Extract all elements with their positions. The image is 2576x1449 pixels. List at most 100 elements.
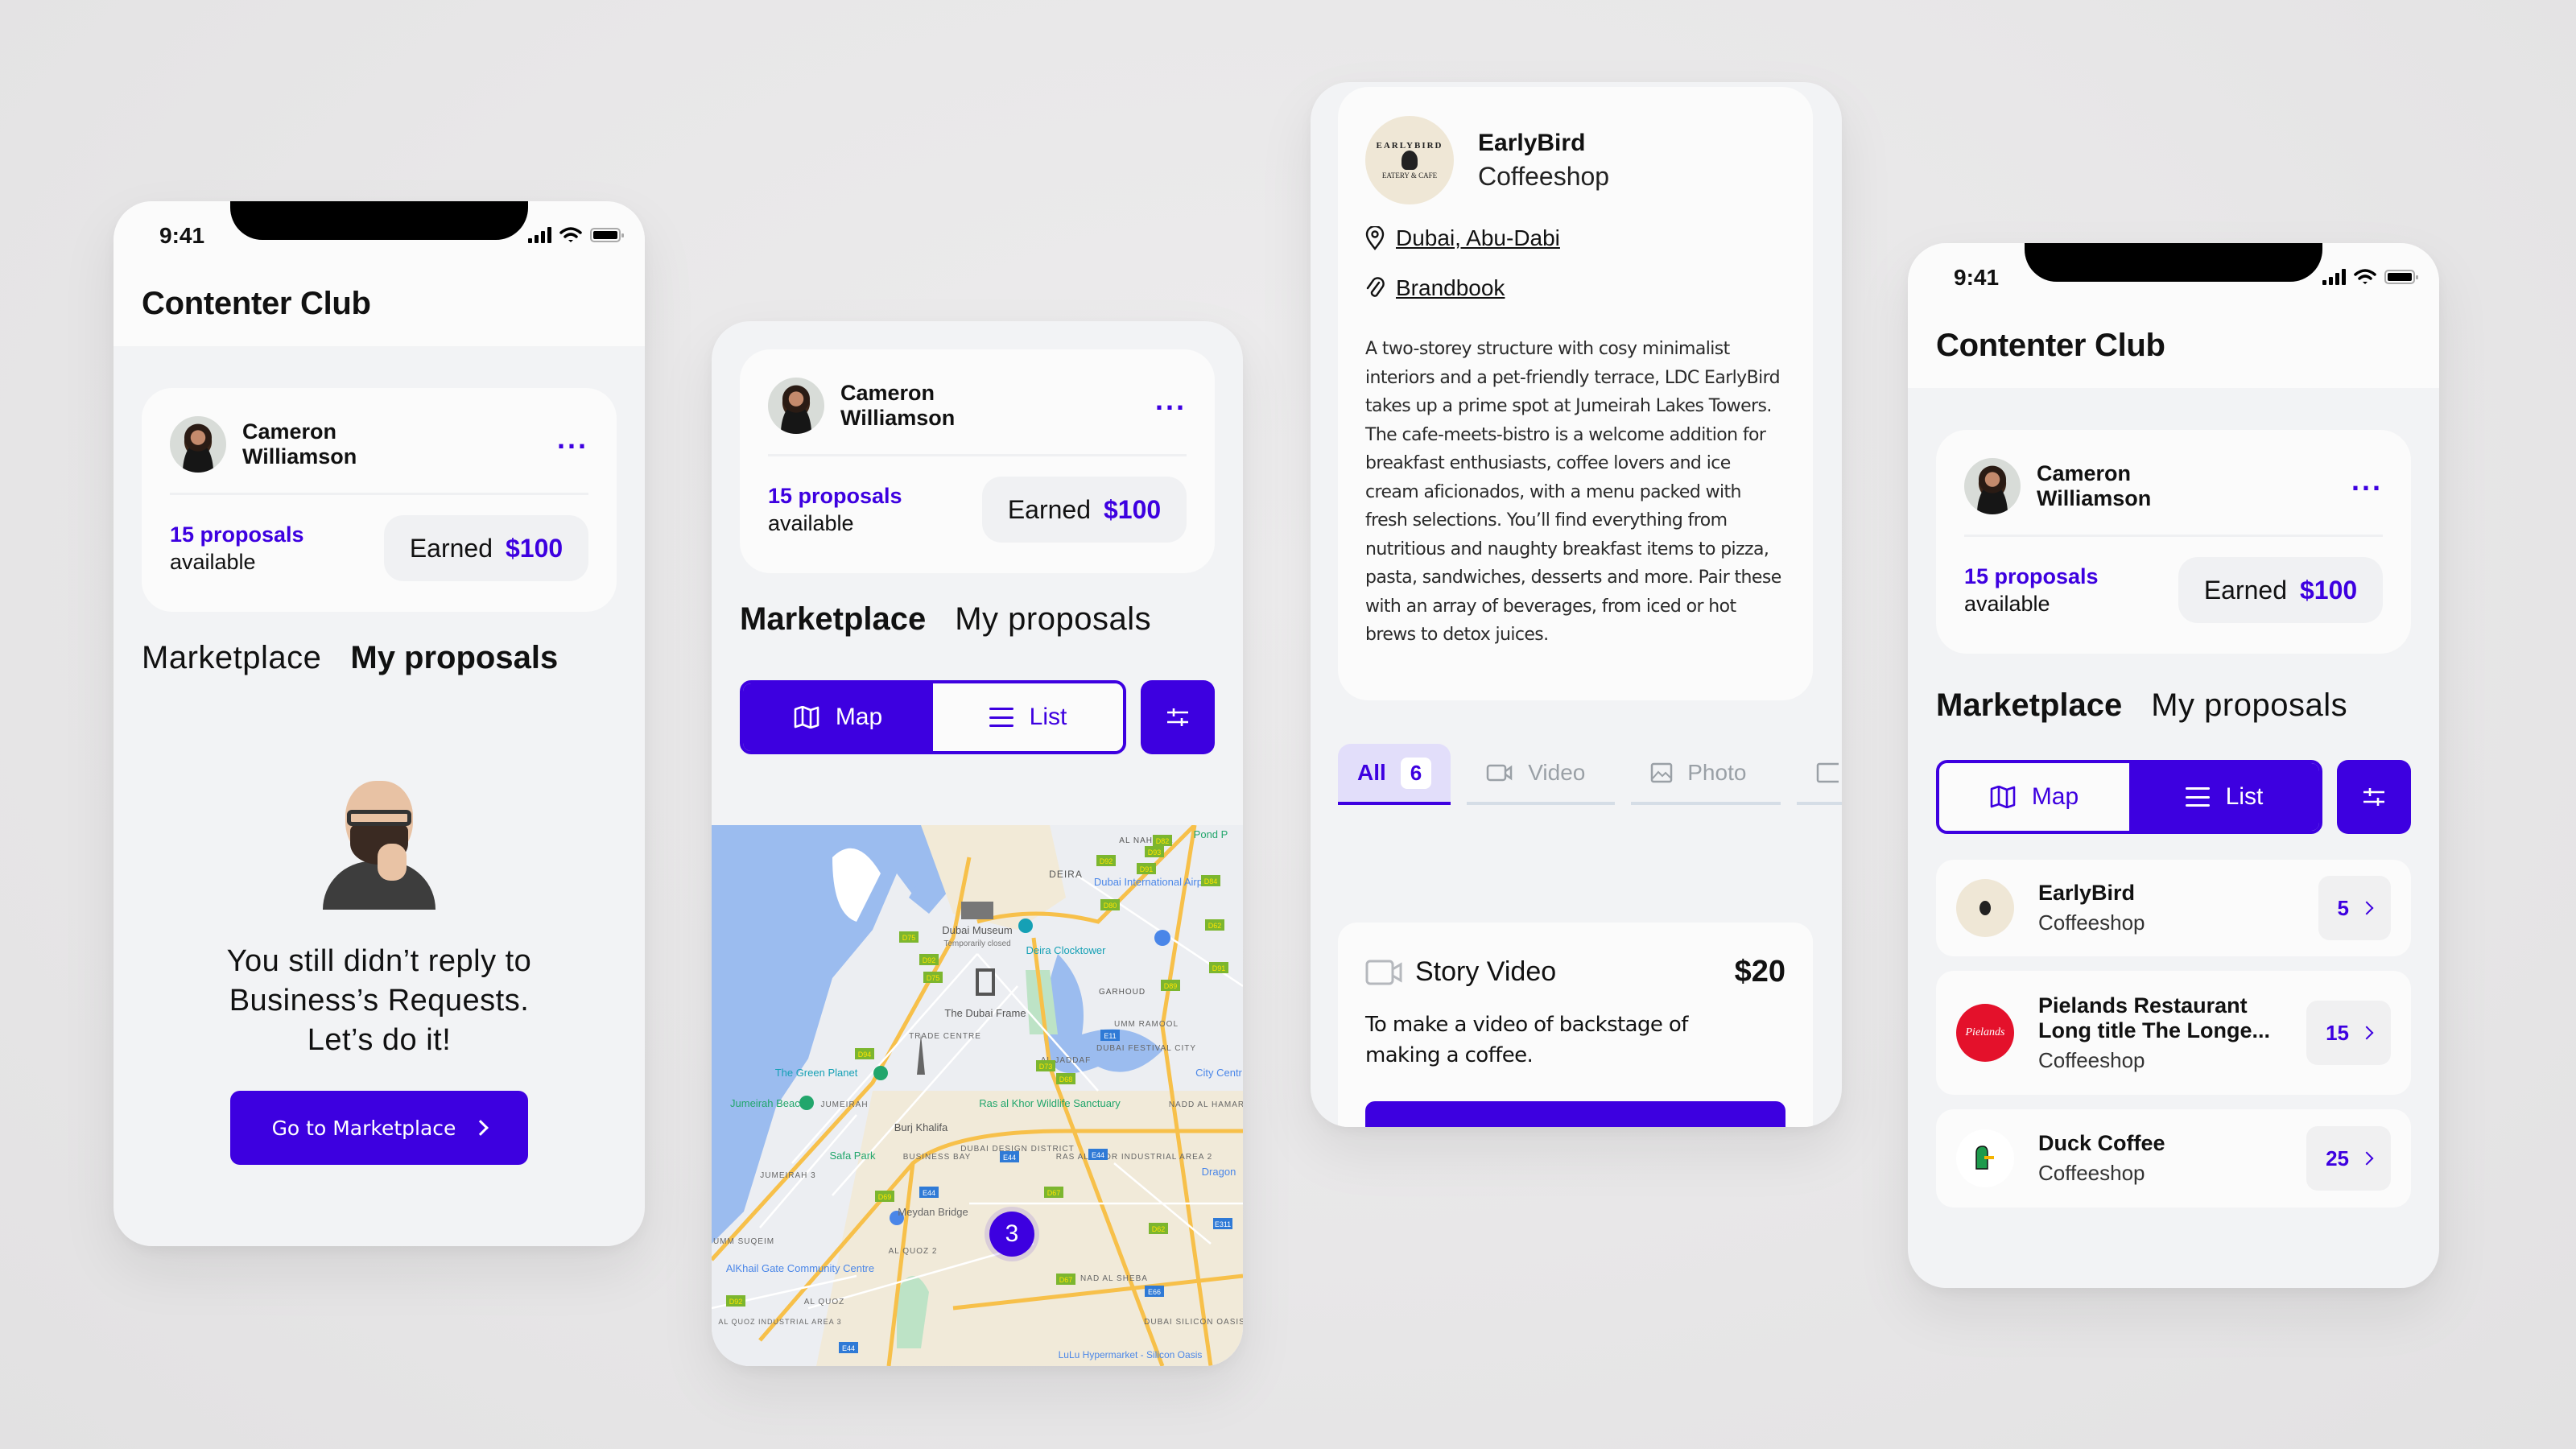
filter-button[interactable] [1141, 680, 1215, 754]
more-options-button[interactable]: ... [557, 424, 588, 458]
svg-text:E44: E44 [842, 1344, 855, 1352]
video-icon [1487, 764, 1513, 782]
tab-my-proposals[interactable]: My proposals [955, 601, 1151, 638]
svg-text:D69: D69 [878, 1193, 892, 1201]
empty-state-message: You still didn’t reply to Business’s Req… [226, 944, 532, 1057]
road-shield: E44 [839, 1342, 858, 1353]
status-icons [528, 227, 624, 243]
filter-button[interactable] [2337, 760, 2411, 834]
city-map[interactable]: DEIRAAL NAHDA 1Pond PDubai International… [712, 825, 1243, 1366]
business-category: Coffeeshop [2038, 910, 2145, 935]
map-label-festival-city: DUBAI FESTIVAL CITY [1096, 1044, 1196, 1053]
road-shield: D75 [923, 972, 943, 983]
road-shield: D62 [1205, 919, 1224, 931]
map-label-lulu: LuLu Hypermarket - Silicon Oasis [1059, 1349, 1203, 1360]
profile-card: Cameron Williamson ... 15 proposals avai… [740, 349, 1215, 573]
list-view-button[interactable]: List [933, 683, 1123, 751]
view-toggle: Map List [1936, 760, 2411, 834]
duck-coffee-logo [1956, 1129, 2014, 1187]
map-view[interactable]: DEIRA AL NAHDA 1 Pond P Dubai International… [712, 825, 1243, 1366]
proposal-count-badge[interactable]: 5 [2318, 876, 2391, 940]
app-title: Contenter Club [1936, 328, 2165, 363]
tab-my-proposals[interactable]: My proposals [2151, 687, 2347, 724]
status-bar: 9:41 [114, 201, 645, 266]
svg-text:D80: D80 [1104, 902, 1117, 910]
go-to-marketplace-button[interactable]: Go to Marketplace [230, 1091, 528, 1165]
phone-marketplace-list-screen: 9:41 Contenter Club Cameron Williamson .… [1908, 243, 2439, 1288]
road-shield: E311 [1213, 1218, 1232, 1229]
svg-text:D62: D62 [1152, 1225, 1166, 1233]
proposals-count: 15 proposals [170, 522, 304, 547]
road-shield: D93 [1145, 846, 1164, 857]
road-shield: D92 [726, 1295, 745, 1307]
paperclip-icon [1366, 277, 1385, 297]
svg-text:D94: D94 [858, 1051, 872, 1059]
map-label-umm-suqeim: UMM SUQEIM [713, 1237, 774, 1246]
road-shield: D62 [1149, 1223, 1168, 1234]
status-bar: 9:41 [1908, 243, 2439, 308]
map-view-button[interactable]: Map [743, 683, 933, 751]
map-label-clocktower: Deira Clocktower [1026, 944, 1107, 956]
map-view-button[interactable]: Map [1939, 763, 2129, 831]
earned-badge: Earned $100 [982, 477, 1187, 543]
thinking-memoji-illustration [323, 781, 436, 910]
proposals-count: 15 proposals [768, 484, 902, 508]
map-view-label: Map [2031, 783, 2079, 810]
svg-text:D93: D93 [1148, 848, 1162, 857]
type-tab-video[interactable]: Video [1467, 744, 1616, 805]
video-icon [1365, 960, 1402, 985]
airport-icon [1154, 930, 1170, 946]
svg-text:D73: D73 [1039, 1063, 1053, 1071]
type-tab-more[interactable] [1797, 744, 1842, 805]
more-options-button[interactable]: ... [1155, 386, 1187, 419]
main-tabs: Marketplace My proposals [740, 601, 1151, 638]
clocktower-pin [1018, 919, 1033, 933]
svg-text:E44: E44 [1092, 1151, 1104, 1159]
type-tab-photo[interactable]: Photo [1631, 744, 1781, 805]
status-icons [2322, 269, 2418, 285]
proposals-count: 15 proposals [1964, 564, 2099, 588]
profile-name: Cameron Williamson [840, 381, 956, 430]
list-item[interactable]: EarlyBird Coffeeshop 5 [1936, 860, 2411, 956]
earned-badge: Earned $100 [384, 515, 588, 581]
proposals-available: 15 proposals available [1964, 563, 2099, 617]
type-tab-all[interactable]: All 6 [1338, 744, 1451, 805]
tab-marketplace[interactable]: Marketplace [142, 640, 321, 676]
proposals-suffix: available [768, 511, 854, 535]
map-label-nadd-al-hamar: NADD AL HAMAR [1169, 1100, 1243, 1109]
more-options-button[interactable]: ... [2351, 466, 2383, 500]
empty-state: You still didn’t reply to Business’s Req… [114, 781, 645, 1165]
map-label-burj: Burj Khalifa [894, 1121, 948, 1133]
avatar [170, 416, 226, 473]
map-label-ras-al-khor-ind: RAS AL KHOR INDUSTRIAL AREA 2 [1056, 1153, 1212, 1162]
map-label-frame: The Dubai Frame [944, 1007, 1026, 1019]
proposal-count-badge[interactable]: 25 [2306, 1126, 2391, 1191]
list-item[interactable]: Pielands Pielands Restaurant Long title … [1936, 971, 2411, 1095]
app-header: 9:41 Contenter Club [1908, 243, 2439, 388]
tab-my-proposals[interactable]: My proposals [350, 640, 558, 676]
business-category: Coffeeshop [2038, 1161, 2145, 1185]
svg-text:D92: D92 [923, 956, 936, 964]
map-cluster-marker[interactable]: 3 [989, 1212, 1034, 1257]
location-link[interactable]: Dubai, Abu-Dabi [1365, 225, 1560, 251]
earned-badge: Earned $100 [2178, 557, 2383, 623]
proposals-suffix: available [1964, 592, 2050, 616]
list-item[interactable]: Duck Coffee Coffeeshop 25 [1936, 1109, 2411, 1208]
brandbook-link[interactable]: Brandbook [1365, 275, 1505, 301]
take-a-part-button[interactable]: Take a part [1365, 1101, 1785, 1127]
svg-text:D67: D67 [1059, 1276, 1073, 1284]
road-shield: E44 [919, 1187, 939, 1198]
map-view-label: Map [835, 704, 883, 730]
list-view-button[interactable]: List [2129, 763, 2319, 831]
map-label-airport: Dubai International Airport [1094, 876, 1216, 888]
go-to-marketplace-label: Go to Marketplace [271, 1116, 456, 1140]
map-label-green-planet: The Green Planet [775, 1067, 858, 1079]
tab-marketplace[interactable]: Marketplace [740, 601, 926, 638]
tab-marketplace[interactable]: Marketplace [1936, 687, 2122, 724]
app-title: Contenter Club [142, 286, 371, 321]
phone-my-proposals-screen: 9:41 Contenter Club Cameron Williamson .… [114, 201, 645, 1246]
list-view-label: List [2225, 783, 2264, 810]
proposal-count-badge[interactable]: 15 [2306, 1001, 2391, 1065]
chevron-right-icon [2359, 1151, 2374, 1166]
map-label-museum-note: Temporarily closed [943, 939, 1010, 948]
